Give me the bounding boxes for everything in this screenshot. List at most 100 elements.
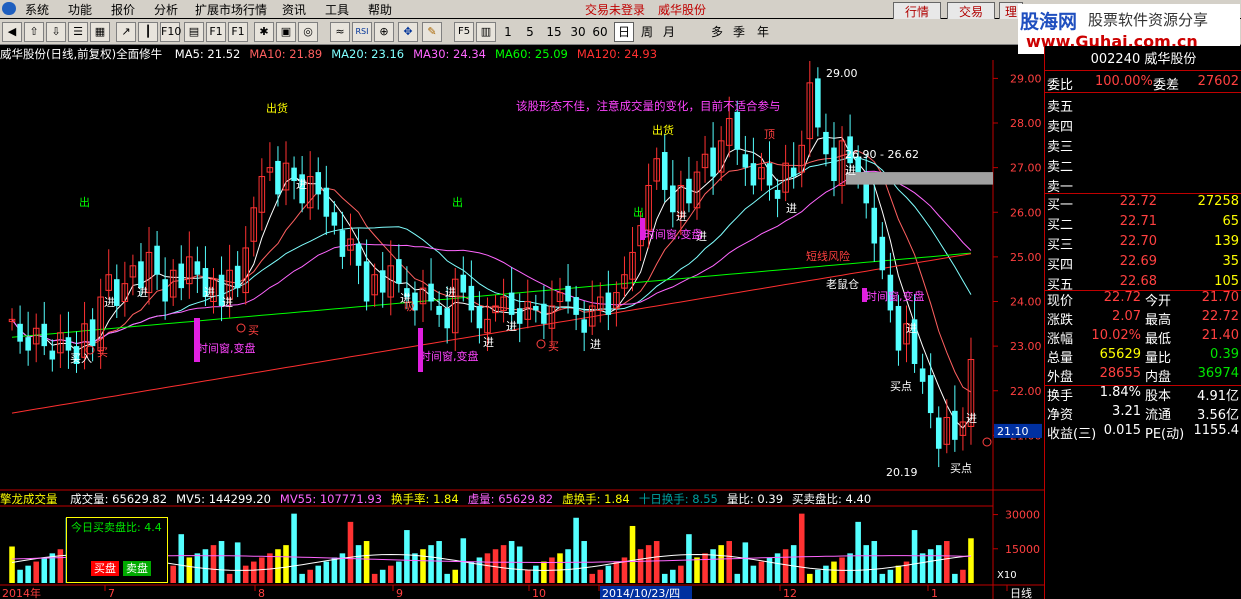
candle-body bbox=[815, 78, 821, 128]
ma-3: MA30: 24.34 bbox=[413, 47, 486, 61]
f11-icon[interactable]: F1 bbox=[206, 22, 226, 42]
candle-body bbox=[178, 263, 185, 289]
info-mine-icon[interactable]: ✱ bbox=[254, 22, 274, 42]
chu-label: 出 bbox=[452, 195, 463, 209]
f12-icon[interactable]: F1 bbox=[228, 22, 248, 42]
list-icon[interactable]: ☰ bbox=[68, 22, 88, 42]
login-status[interactable]: 交易未登录 bbox=[585, 1, 645, 18]
period-season[interactable]: 季 bbox=[730, 22, 748, 42]
back-icon[interactable]: ◀ bbox=[2, 22, 22, 42]
candle-body bbox=[234, 265, 241, 289]
zoom-icon[interactable]: ⊕ bbox=[374, 22, 394, 42]
menu-analysis[interactable]: 分析 bbox=[154, 1, 178, 18]
vol-8: 买卖盘比: 4.40 bbox=[792, 492, 872, 506]
period-multi[interactable]: 多 bbox=[708, 22, 726, 42]
stat-label-5b: 股本 bbox=[1145, 389, 1172, 404]
date-axis-label: 2014年 bbox=[2, 586, 41, 599]
candle-body bbox=[935, 417, 942, 449]
menu-extended-market[interactable]: 扩展市场行情 bbox=[195, 1, 267, 18]
table-icon[interactable]: ▤ bbox=[184, 22, 204, 42]
vol-7: 量比: 0.39 bbox=[726, 492, 784, 506]
candle-body bbox=[331, 212, 338, 226]
draw-pencil-icon[interactable]: ✎ bbox=[422, 22, 442, 42]
jin-label: 进 bbox=[483, 336, 494, 349]
ma-0: MA5: 21.52 bbox=[174, 47, 241, 61]
candle-body bbox=[661, 152, 668, 190]
volume-axis-label: 30000 bbox=[1005, 509, 1040, 522]
volume-bar bbox=[436, 541, 442, 583]
quote-divider bbox=[1045, 92, 1241, 93]
jin-label: 进 bbox=[906, 322, 917, 335]
stat-value-3b: 0.39 bbox=[1210, 347, 1239, 362]
move-icon[interactable]: ✥ bbox=[398, 22, 418, 42]
buy-label: 买 bbox=[548, 340, 559, 353]
buy-signal-marker bbox=[536, 339, 546, 349]
menu-function[interactable]: 功能 bbox=[68, 1, 92, 18]
buy-volume-button[interactable]: 买盘 bbox=[91, 561, 119, 576]
volume-bar bbox=[694, 557, 700, 583]
stat-value-2a: 10.02% bbox=[1091, 328, 1141, 343]
volume-bar bbox=[952, 573, 958, 583]
stat-label-1b: 最高 bbox=[1145, 313, 1172, 328]
menu-tools[interactable]: 工具 bbox=[325, 1, 349, 18]
volume-bar bbox=[178, 534, 185, 583]
candle-body bbox=[379, 270, 386, 293]
volume-bar bbox=[855, 521, 861, 583]
target-icon[interactable]: ◎ bbox=[298, 22, 318, 42]
jin-label: 进 bbox=[204, 286, 215, 299]
buy-label: 买 bbox=[248, 324, 259, 337]
sell-level-3: 卖三 bbox=[1047, 140, 1074, 155]
menu-system[interactable]: 系统 bbox=[25, 1, 49, 18]
f5-button[interactable]: F5 bbox=[454, 22, 474, 42]
menu-help[interactable]: 帮助 bbox=[368, 1, 392, 18]
period-60min[interactable]: 60 bbox=[590, 22, 610, 42]
volume-title: 擎龙成交量 bbox=[0, 492, 58, 506]
volume-bar bbox=[396, 561, 402, 583]
volume-bar bbox=[25, 565, 31, 583]
down-arrow-icon[interactable]: ⇩ bbox=[46, 22, 66, 42]
price-axis-label: 23.00 bbox=[1010, 340, 1042, 353]
candle-body bbox=[339, 230, 346, 257]
date-axis-label: 2014/10/23/四 bbox=[602, 587, 680, 599]
comment-note: 该股形态不佳，注意成交量的变化，目前不适合参与 bbox=[516, 99, 781, 113]
menu-quote[interactable]: 报价 bbox=[111, 1, 135, 18]
volume-bar bbox=[315, 565, 322, 583]
quote-stock-code: 002240 威华股份 bbox=[1090, 52, 1197, 67]
volume-bar bbox=[742, 542, 749, 583]
stat-value-5b: 4.91亿 bbox=[1197, 389, 1239, 404]
indicator-icon[interactable]: ≈ bbox=[330, 22, 350, 42]
menu-info[interactable]: 资讯 bbox=[282, 1, 306, 18]
buy-signal-marker bbox=[236, 323, 246, 333]
period-year[interactable]: 年 bbox=[754, 22, 772, 42]
period-month[interactable]: 月 bbox=[660, 22, 678, 42]
buy-point-label: 买点 bbox=[890, 380, 912, 393]
ma-1: MA10: 21.89 bbox=[249, 47, 323, 61]
sell-volume-button[interactable]: 卖盘 bbox=[123, 561, 151, 576]
volume-bar bbox=[613, 561, 620, 583]
calc-icon[interactable]: ▣ bbox=[276, 22, 296, 42]
f10-icon[interactable]: F10 bbox=[160, 22, 181, 42]
kline-icon[interactable]: ┃ bbox=[138, 22, 158, 42]
period-15min[interactable]: 15 bbox=[544, 22, 564, 42]
xi-label: 吸 bbox=[404, 300, 415, 313]
rsi-icon[interactable]: RSI bbox=[352, 22, 372, 42]
period-week[interactable]: 周 bbox=[638, 22, 656, 42]
period-5min[interactable]: 5 bbox=[522, 22, 538, 42]
period-day[interactable]: 日 bbox=[614, 22, 634, 42]
volume-bar bbox=[420, 549, 426, 583]
volume-bar bbox=[323, 561, 330, 583]
volume-bar bbox=[670, 569, 676, 583]
volume-bar bbox=[170, 565, 176, 583]
period-30min[interactable]: 30 bbox=[568, 22, 588, 42]
chart-toggle-icon[interactable]: ▥ bbox=[476, 22, 496, 42]
candle-body bbox=[476, 305, 483, 329]
stat-value-5a: 1.84% bbox=[1099, 385, 1141, 400]
volume-bar bbox=[17, 569, 23, 583]
line-chart-icon[interactable]: ↗ bbox=[116, 22, 136, 42]
buy-signal-marker bbox=[982, 437, 992, 447]
period-1min[interactable]: 1 bbox=[500, 22, 516, 42]
stat-label-4a: 外盘 bbox=[1047, 370, 1074, 385]
stat-label-2b: 最低 bbox=[1145, 332, 1172, 347]
up-arrow-icon[interactable]: ⇧ bbox=[24, 22, 44, 42]
grid-icon[interactable]: ▦ bbox=[90, 22, 110, 42]
